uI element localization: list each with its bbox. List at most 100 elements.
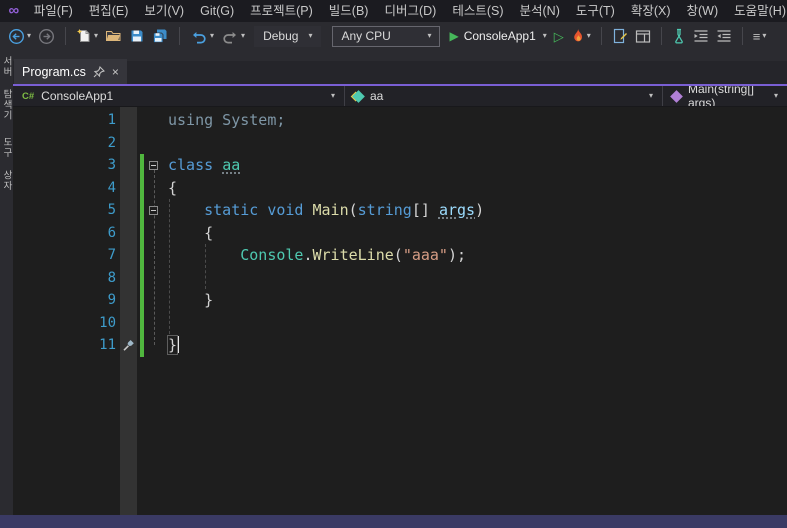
code-line[interactable]: 8 xyxy=(13,266,787,290)
line-number[interactable]: 8 xyxy=(13,267,116,290)
outdent-button[interactable] xyxy=(714,25,734,47)
menu-e[interactable]: 편집(E) xyxy=(81,0,137,22)
code-line[interactable]: 4{ xyxy=(13,176,787,200)
member-dropdown[interactable]: Main(string[] args) ▾ xyxy=(663,86,787,106)
fold-margin xyxy=(144,199,164,222)
glyph-margin[interactable] xyxy=(120,199,137,222)
new-file-caret-icon[interactable]: ▾ xyxy=(94,32,98,40)
glyph-margin[interactable] xyxy=(120,289,137,312)
redo-button[interactable]: ▾ xyxy=(219,25,247,47)
fold-margin xyxy=(144,132,164,155)
open-file-button[interactable] xyxy=(103,25,124,47)
collapse-region-icon[interactable] xyxy=(149,206,158,215)
code-line[interactable]: 2 xyxy=(13,132,787,155)
tab-program-cs[interactable]: Program.cs × xyxy=(14,59,127,84)
line-number[interactable]: 6 xyxy=(13,222,116,245)
type-name: aa xyxy=(370,89,384,103)
glyph-margin[interactable] xyxy=(120,154,137,177)
glyph-margin[interactable] xyxy=(120,244,137,267)
code-text: { xyxy=(168,178,178,197)
menu-x[interactable]: 확장(X) xyxy=(623,0,679,22)
toolbar-options-button[interactable]: ≡ ▾ xyxy=(751,25,769,47)
redo-history-caret-icon[interactable]: ▾ xyxy=(241,32,245,40)
indent-button[interactable] xyxy=(691,25,711,47)
glyph-margin[interactable] xyxy=(120,222,137,245)
quick-actions-icon[interactable] xyxy=(122,339,135,352)
glyph-margin[interactable] xyxy=(120,177,137,200)
line-number[interactable]: 10 xyxy=(13,312,116,335)
collapse-region-icon[interactable] xyxy=(149,161,158,170)
solution-configuration-dropdown[interactable]: Debug ▾ xyxy=(254,25,322,47)
line-number[interactable]: 11 xyxy=(13,334,116,357)
window-layout-button[interactable] xyxy=(633,25,653,47)
close-icon[interactable]: × xyxy=(112,66,119,78)
code-lines: 1 using System; 2 3 class aa 4{5 static void … xyxy=(13,107,787,357)
menu-w[interactable]: 창(W) xyxy=(679,0,727,22)
save-all-button[interactable] xyxy=(150,25,171,47)
line-number[interactable]: 7 xyxy=(13,244,116,267)
start-project-label: ConsoleApp1 xyxy=(463,29,536,43)
pin-icon[interactable] xyxy=(93,65,105,78)
test-beaker-button[interactable] xyxy=(670,25,688,47)
project-dropdown[interactable]: C# ConsoleApp1 ▾ xyxy=(13,86,345,106)
document-tab-well: Program.cs × xyxy=(13,50,787,84)
new-file-button[interactable]: ▾ xyxy=(74,25,100,47)
solution-platform-dropdown[interactable]: Any CPU ▾ xyxy=(332,25,441,47)
back-history-caret-icon[interactable]: ▾ xyxy=(27,32,31,40)
code-editor[interactable]: 1 using System; 2 3 class aa 4{5 static void … xyxy=(13,107,787,515)
line-number[interactable]: 2 xyxy=(13,132,116,155)
glyph-margin[interactable] xyxy=(120,267,137,290)
solution-platform-value: Any CPU xyxy=(341,29,391,43)
code-text: { xyxy=(168,223,214,242)
code-line[interactable]: 9 } xyxy=(13,289,787,312)
navigate-forward-button[interactable] xyxy=(36,25,57,47)
chevron-down-icon: ▾ xyxy=(330,91,335,100)
start-debugging-button[interactable]: ▶ ConsoleApp1 ▾ xyxy=(447,25,548,47)
hot-reload-button[interactable]: ▾ xyxy=(569,25,593,47)
standard-toolbar: ▾ ▾ ▾ ▾ Debug ▾ Any CPU ▾ ▶ ConsoleApp1 … xyxy=(0,22,787,50)
line-number[interactable]: 1 xyxy=(13,109,116,132)
side-tab-toolbox[interactable]: 도구 상자 xyxy=(0,137,13,191)
side-tab-server-explorer[interactable]: 서버 탐색기 xyxy=(0,56,13,121)
menu-h[interactable]: 도움말(H) xyxy=(726,0,787,22)
menu-t[interactable]: 도구(T) xyxy=(568,0,623,22)
line-number[interactable]: 4 xyxy=(13,177,116,200)
document-edit-button[interactable] xyxy=(610,25,630,47)
menu-n[interactable]: 분석(N) xyxy=(512,0,568,22)
menu-b[interactable]: 빌드(B) xyxy=(321,0,377,22)
member-name: Main(string[] args) xyxy=(688,86,755,106)
menu-p[interactable]: 프로젝트(P) xyxy=(242,0,321,22)
save-button[interactable] xyxy=(127,25,147,47)
csharp-project-icon: C# xyxy=(22,90,35,102)
type-dropdown[interactable]: aa ▾ xyxy=(345,86,663,106)
undo-button[interactable]: ▾ xyxy=(188,25,216,47)
code-line[interactable]: 1 using System; xyxy=(13,109,787,132)
menu-v[interactable]: 보기(V) xyxy=(136,0,192,22)
line-number[interactable]: 9 xyxy=(13,289,116,312)
start-options-caret-icon[interactable]: ▾ xyxy=(543,32,547,40)
code-line[interactable]: 5 static void Main(string[] args) xyxy=(13,199,787,222)
code-line[interactable]: 10 xyxy=(13,311,787,335)
left-autohide-strip: 서버 탐색기도구 상자 xyxy=(0,50,13,515)
glyph-margin[interactable] xyxy=(120,132,137,155)
hot-reload-caret-icon[interactable]: ▾ xyxy=(587,32,591,40)
navigate-back-button[interactable]: ▾ xyxy=(6,25,33,47)
menu-d[interactable]: 디버그(D) xyxy=(376,0,444,22)
glyph-margin[interactable] xyxy=(120,312,137,335)
menu-f[interactable]: 파일(F) xyxy=(26,0,81,22)
menu-s[interactable]: 테스트(S) xyxy=(444,0,511,22)
code-line[interactable]: 11} xyxy=(13,334,787,357)
start-without-debugging-button[interactable]: ▷ xyxy=(552,25,566,47)
toolbar-options-caret-icon: ▾ xyxy=(762,31,767,40)
code-line[interactable]: 3 class aa xyxy=(13,154,787,177)
glyph-margin[interactable] xyxy=(120,109,137,132)
undo-history-caret-icon[interactable]: ▾ xyxy=(210,32,214,40)
text-cursor xyxy=(177,336,180,353)
code-line[interactable]: 6 { xyxy=(13,221,787,245)
line-number[interactable]: 5 xyxy=(13,199,116,222)
code-line[interactable]: 7 Console.WriteLine("aaa"); xyxy=(13,244,787,267)
glyph-margin[interactable] xyxy=(120,334,137,357)
window-layout-icon xyxy=(635,29,650,43)
menu-gitg[interactable]: Git(G) xyxy=(192,0,242,22)
line-number[interactable]: 3 xyxy=(13,154,116,177)
